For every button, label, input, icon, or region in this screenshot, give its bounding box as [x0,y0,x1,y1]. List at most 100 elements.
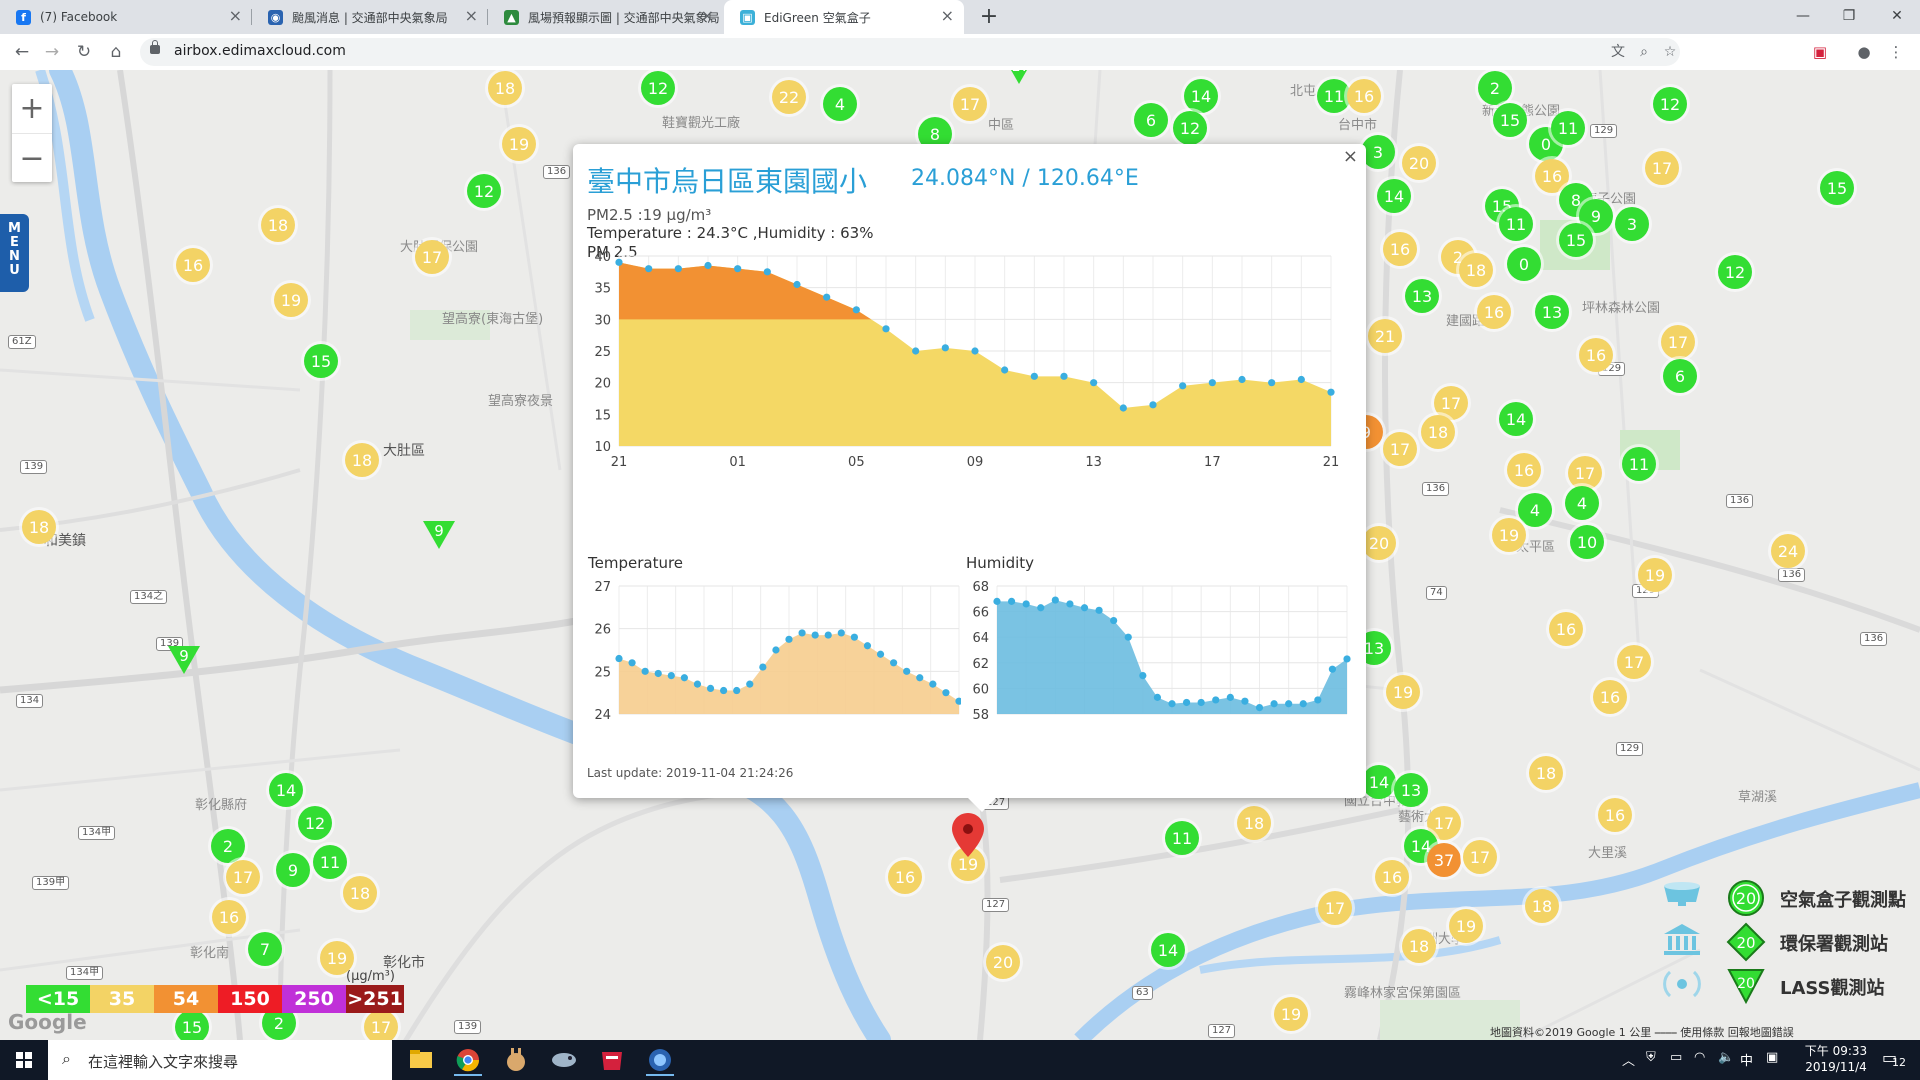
airbox-marker[interactable]: 18 [1459,253,1493,287]
extension-icon[interactable]: ▣ [1808,40,1832,64]
data-point[interactable] [1149,401,1157,409]
data-point[interactable] [1095,606,1103,614]
tray-clock[interactable]: 下午 09:33 2019/11/4 [1796,1043,1876,1075]
data-point[interactable] [704,261,712,270]
airbox-marker[interactable]: 17 [953,87,987,121]
data-point[interactable] [811,631,819,639]
airbox-marker[interactable]: 18 [1421,415,1455,449]
airbox-marker[interactable]: 18 [1529,756,1563,790]
data-point[interactable] [1285,700,1293,708]
airbox-marker[interactable]: 14 [1362,765,1396,799]
airbox-marker[interactable]: 17 [1568,456,1602,490]
windows-start-icon[interactable] [0,1040,48,1080]
airbox-marker[interactable]: 18 [1402,929,1436,963]
airbox-marker[interactable]: 19 [1638,558,1672,592]
data-point[interactable] [1208,379,1216,387]
tray-ime[interactable]: 中 [1740,1050,1753,1069]
airbox-marker[interactable]: 11 [1165,821,1199,855]
data-point[interactable] [628,659,636,667]
data-point[interactable] [852,306,860,314]
location-pin-icon[interactable] [952,813,984,857]
airbox-marker[interactable]: 11 [313,845,347,879]
data-point[interactable] [1197,698,1205,707]
airbox-marker[interactable]: 19 [274,283,308,317]
airbox-marker[interactable]: 16 [1579,338,1613,372]
data-point[interactable] [1270,700,1278,708]
tray-volume-icon[interactable]: 🔈 [1718,1050,1734,1065]
new-tab-button[interactable]: + [976,4,1002,30]
airbox-marker[interactable]: 13 [1394,773,1428,807]
airbox-marker[interactable]: 16 [1375,860,1409,894]
airbox-marker[interactable]: 11 [1551,111,1585,145]
airbox-marker[interactable]: 16 [1383,232,1417,266]
data-point[interactable] [1110,616,1118,625]
notification-center-icon[interactable]: ▭ 12 [1880,1048,1908,1072]
legend-epa[interactable]: 20 環保署觀測站 [1656,922,1920,962]
airbox-marker[interactable]: 12 [1173,111,1207,145]
tray-battery-icon[interactable]: ▭ [1670,1050,1682,1065]
data-point[interactable] [1182,698,1191,707]
taskbar-search-box[interactable]: ⌕ 在這裡輸入文字來搜尋 [48,1040,392,1080]
reload-button[interactable]: ↻ [72,40,96,64]
data-point[interactable] [1051,596,1059,604]
data-point[interactable] [942,689,950,697]
airbox-marker[interactable]: 6 [1663,359,1697,393]
translate-icon[interactable]: 文 [1608,42,1628,62]
airbox-marker[interactable]: 12 [1653,87,1687,121]
home-button[interactable]: ⌂ [104,40,128,64]
airbox-marker[interactable]: 17 [1661,325,1695,359]
map-attribution[interactable]: 地圖資料©2019 Google 1 公里 ⎯⎯⎯⎯ 使用條款 回報地圖錯誤 [1490,1024,1794,1040]
airbox-marker[interactable]: 13 [1405,279,1439,313]
data-point[interactable] [941,344,949,352]
data-point[interactable] [1153,693,1162,701]
airbox-marker[interactable]: 17 [1318,891,1352,925]
airbox-marker[interactable]: 4 [1565,486,1599,520]
lass-marker[interactable]: 9 [423,521,455,549]
data-point[interactable] [824,631,832,639]
data-point[interactable] [1238,375,1246,384]
airbox-marker[interactable]: 19 [1449,909,1483,943]
tab-facebook[interactable]: f (7) Facebook × [0,0,252,34]
airbox-marker[interactable]: 16 [1549,612,1583,646]
data-point[interactable] [1297,375,1305,384]
data-point[interactable] [772,646,780,654]
airbox-marker[interactable]: 11 [1317,79,1351,113]
legend-airbox[interactable]: 20 空氣盒子觀測點 [1656,878,1920,918]
data-point[interactable] [1022,600,1030,608]
data-point[interactable] [890,659,898,667]
data-point[interactable] [1226,693,1234,701]
data-point[interactable] [1168,700,1176,708]
close-tab-icon[interactable]: × [465,8,478,24]
airbox-marker[interactable]: 17 [1383,432,1417,466]
airbox-marker[interactable]: 18 [22,510,56,544]
airbox-marker[interactable]: 17 [415,240,449,274]
data-point[interactable] [1241,697,1249,705]
airbox-marker[interactable]: 9 [276,853,310,887]
airbox-marker[interactable]: 10 [1570,525,1604,559]
airbox-marker[interactable]: 18 [1525,889,1559,923]
restore-icon[interactable]: ❐ [1826,0,1872,34]
back-button[interactable]: ← [10,40,34,64]
airbox-marker[interactable]: 2 [1478,71,1512,105]
airbox-marker[interactable]: 14 [1377,179,1411,213]
airbox-marker[interactable]: 4 [823,87,857,121]
airbox-marker[interactable]: 17 [1617,645,1651,679]
airbox-marker[interactable]: 16 [1593,680,1627,714]
data-point[interactable] [993,597,1001,605]
forward-button[interactable]: → [40,40,64,64]
app-blue-globe-icon[interactable] [640,1044,680,1076]
data-point[interactable] [615,654,623,663]
data-point[interactable] [680,674,688,682]
pm25-chart[interactable]: 10 15 20 25 30 35 40 21 01 05 09 13 17 21 [581,244,1361,474]
data-point[interactable] [1343,655,1351,663]
data-point[interactable] [1119,404,1127,412]
minimize-icon[interactable]: — [1780,0,1826,34]
data-point[interactable] [645,265,653,273]
tray-security-icon[interactable]: ⛨ [1646,1050,1656,1065]
app-fish-icon[interactable] [544,1044,584,1076]
data-point[interactable] [793,280,801,289]
airbox-marker[interactable]: 7 [248,932,282,966]
airbox-marker[interactable]: 14 [1151,933,1185,967]
data-point[interactable] [882,325,890,333]
airbox-marker[interactable]: 19 [502,127,536,161]
